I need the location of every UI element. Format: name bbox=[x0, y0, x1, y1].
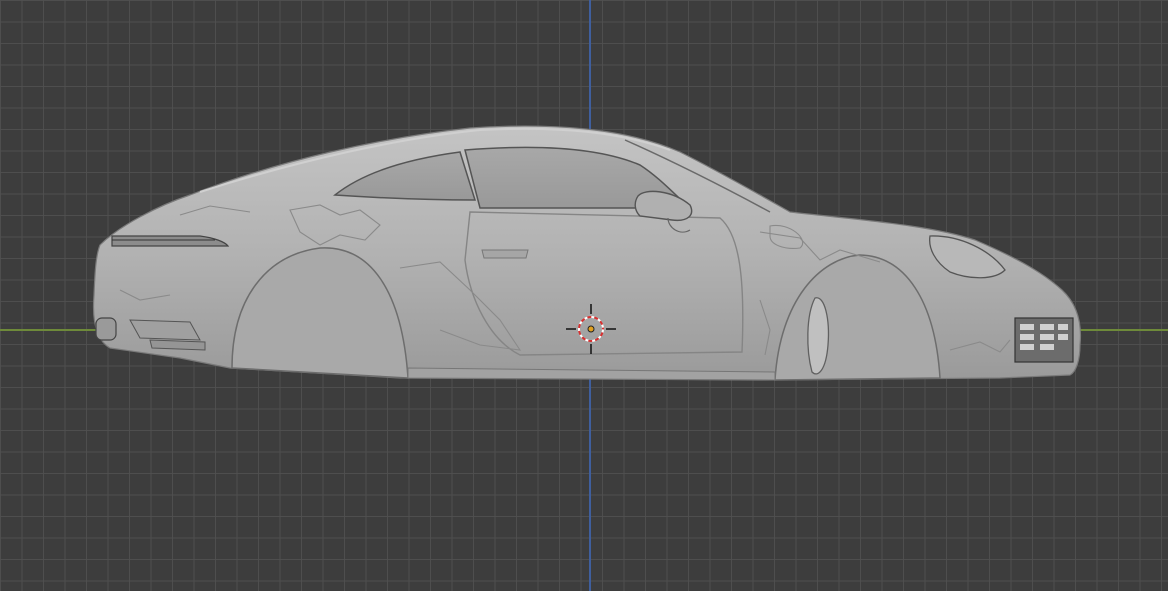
3d-viewport[interactable] bbox=[0, 0, 1168, 591]
car-body-mesh[interactable] bbox=[0, 0, 1168, 591]
front-intake-grille bbox=[1014, 317, 1074, 363]
door-handle bbox=[481, 249, 529, 259]
rear-light-bar bbox=[111, 235, 230, 247]
brake-caliper bbox=[807, 297, 830, 375]
exhaust-tip bbox=[95, 317, 117, 341]
3d-cursor-icon[interactable] bbox=[566, 304, 616, 354]
